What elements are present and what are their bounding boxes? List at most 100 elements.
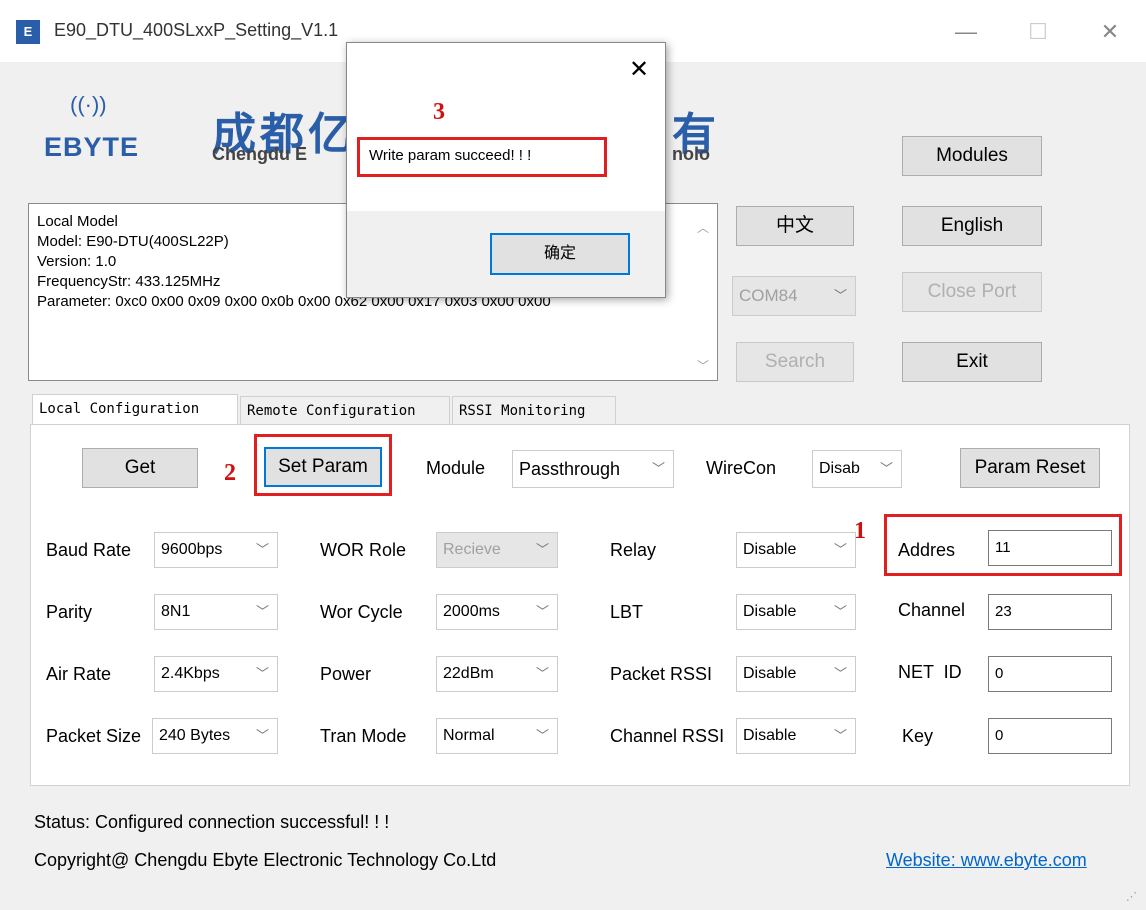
address-label: Addres	[898, 540, 956, 560]
air-rate-select[interactable]: 2.4Kbps ﹀	[154, 656, 278, 692]
key-label: Key	[902, 726, 934, 746]
minimize-button[interactable]: —	[946, 14, 986, 50]
status-text: Status: Configured connection successful…	[34, 812, 390, 832]
relay-select[interactable]: Disable ﹀	[736, 532, 856, 568]
relay-value: Disable	[743, 541, 797, 558]
exit-button[interactable]: Exit	[902, 342, 1042, 382]
address-input[interactable]: 11	[988, 530, 1112, 566]
baud-rate-select[interactable]: 9600bps ﹀	[154, 532, 278, 568]
packet-rssi-select[interactable]: Disable ﹀	[736, 656, 856, 692]
chinese-language-button[interactable]: 中文	[736, 206, 854, 246]
resize-grip-icon[interactable]: ⋰	[1126, 890, 1137, 903]
baud-rate-value: 9600bps	[161, 541, 223, 558]
power-label: Power	[320, 664, 372, 684]
channel-rssi-label: Channel RSSI	[610, 726, 725, 746]
close-port-button[interactable]: Close Port	[902, 272, 1042, 312]
chevron-down-icon: ﹀	[535, 604, 549, 619]
chevron-down-icon: ﹀	[535, 542, 549, 557]
tran-mode-value: Normal	[443, 727, 495, 744]
module-label: Module	[426, 458, 486, 478]
parity-label: Parity	[46, 602, 93, 622]
chevron-down-icon: ﹀	[833, 604, 847, 619]
company-name-en: Chengdu E	[212, 144, 307, 164]
module-mode-value: Passthrough	[519, 459, 621, 479]
chevron-down-icon: ﹀	[535, 666, 549, 681]
get-button[interactable]: Get	[82, 448, 198, 488]
tab-local-configuration[interactable]: Local Configuration	[32, 394, 238, 424]
scroll-down-icon[interactable]: ﹀	[697, 356, 709, 376]
power-value: 22dBm	[443, 665, 494, 682]
modules-button[interactable]: Modules	[902, 136, 1042, 176]
chevron-down-icon: ﹀	[833, 542, 847, 557]
chevron-down-icon: ﹀	[255, 666, 269, 681]
dialog-ok-button[interactable]: 确定	[490, 233, 630, 275]
power-select[interactable]: 22dBm ﹀	[436, 656, 558, 692]
chevron-down-icon: ﹀	[535, 728, 549, 743]
channel-rssi-value: Disable	[743, 727, 797, 744]
app-icon: E	[16, 20, 40, 44]
com-port-value: COM84	[739, 286, 798, 305]
wor-role-label: WOR Role	[320, 540, 407, 560]
wor-cycle-value: 2000ms	[443, 603, 500, 620]
channel-input[interactable]: 23	[988, 594, 1112, 630]
channel-label: Channel	[898, 600, 966, 620]
air-rate-value: 2.4Kbps	[161, 665, 220, 682]
annotation-number-2: 2	[224, 460, 236, 486]
parity-select[interactable]: 8N1 ﹀	[154, 594, 278, 630]
wirecon-label: WireCon	[706, 458, 777, 478]
company-name-en-tail: nolo	[672, 144, 710, 164]
set-param-button[interactable]: Set Param	[264, 447, 382, 487]
air-rate-label: Air Rate	[46, 664, 112, 684]
website-link[interactable]: Website: www.ebyte.com	[886, 850, 1087, 871]
packet-size-select[interactable]: 240 Bytes ﹀	[152, 718, 278, 754]
chevron-down-icon: ﹀	[255, 542, 269, 557]
close-window-button[interactable]: ✕	[1090, 14, 1130, 50]
packet-rssi-value: Disable	[743, 665, 797, 682]
dialog-close-icon[interactable]: ✕	[629, 55, 649, 84]
net-id-label: NET ID	[898, 662, 962, 682]
channel-rssi-select[interactable]: Disable ﹀	[736, 718, 856, 754]
chevron-down-icon: ﹀	[833, 728, 847, 743]
window-title: E90_DTU_400SLxxP_Setting_V1.1	[54, 20, 339, 40]
annotation-number-3: 3	[433, 99, 445, 125]
wirecon-select[interactable]: Disab ﹀	[812, 450, 902, 488]
search-button[interactable]: Search	[736, 342, 854, 382]
maximize-button[interactable]: ☐	[1018, 14, 1058, 50]
packet-rssi-label: Packet RSSI	[610, 664, 713, 684]
packet-size-value: 240 Bytes	[159, 727, 231, 744]
dialog-message: Write param succeed! ! !	[369, 147, 532, 164]
module-mode-select[interactable]: Passthrough ﹀	[512, 450, 674, 488]
parity-value: 8N1	[161, 603, 191, 620]
wirecon-value: Disab	[819, 460, 860, 477]
wor-role-value: Recieve	[443, 541, 501, 558]
tab-remote-configuration[interactable]: Remote Configuration	[240, 396, 450, 424]
net-id-input[interactable]: 0	[988, 656, 1112, 692]
packet-size-label: Packet Size	[46, 726, 142, 746]
chevron-down-icon: ﹀	[879, 461, 893, 476]
lbt-label: LBT	[610, 602, 644, 622]
tab-rssi-monitoring[interactable]: RSSI Monitoring	[452, 396, 616, 424]
chevron-down-icon: ﹀	[255, 728, 269, 743]
chevron-down-icon: ﹀	[255, 604, 269, 619]
wor-cycle-label: Wor Cycle	[320, 602, 403, 622]
message-dialog: ✕ 3 Write param succeed! ! ! 确定	[346, 42, 666, 298]
wireless-logo-icon: ((·))	[70, 92, 107, 117]
annotation-number-1: 1	[854, 518, 866, 544]
tran-mode-select[interactable]: Normal ﹀	[436, 718, 558, 754]
relay-label: Relay	[610, 540, 657, 560]
baud-rate-label: Baud Rate	[46, 540, 132, 560]
lbt-value: Disable	[743, 603, 797, 620]
wor-cycle-select[interactable]: 2000ms ﹀	[436, 594, 558, 630]
brand-logo: EBYTE	[44, 132, 140, 162]
chevron-down-icon: ﹀	[833, 288, 847, 303]
wor-role-select[interactable]: Recieve ﹀	[436, 532, 558, 568]
param-reset-button[interactable]: Param Reset	[960, 448, 1100, 488]
english-language-button[interactable]: English	[902, 206, 1042, 246]
chevron-down-icon: ﹀	[833, 666, 847, 681]
copyright-text: Copyright@ Chengdu Ebyte Electronic Tech…	[34, 850, 497, 870]
scroll-up-icon[interactable]: ︿	[697, 218, 709, 238]
key-input[interactable]: 0	[988, 718, 1112, 754]
com-port-select[interactable]: COM84 ﹀	[732, 276, 856, 316]
tran-mode-label: Tran Mode	[320, 726, 407, 746]
lbt-select[interactable]: Disable ﹀	[736, 594, 856, 630]
